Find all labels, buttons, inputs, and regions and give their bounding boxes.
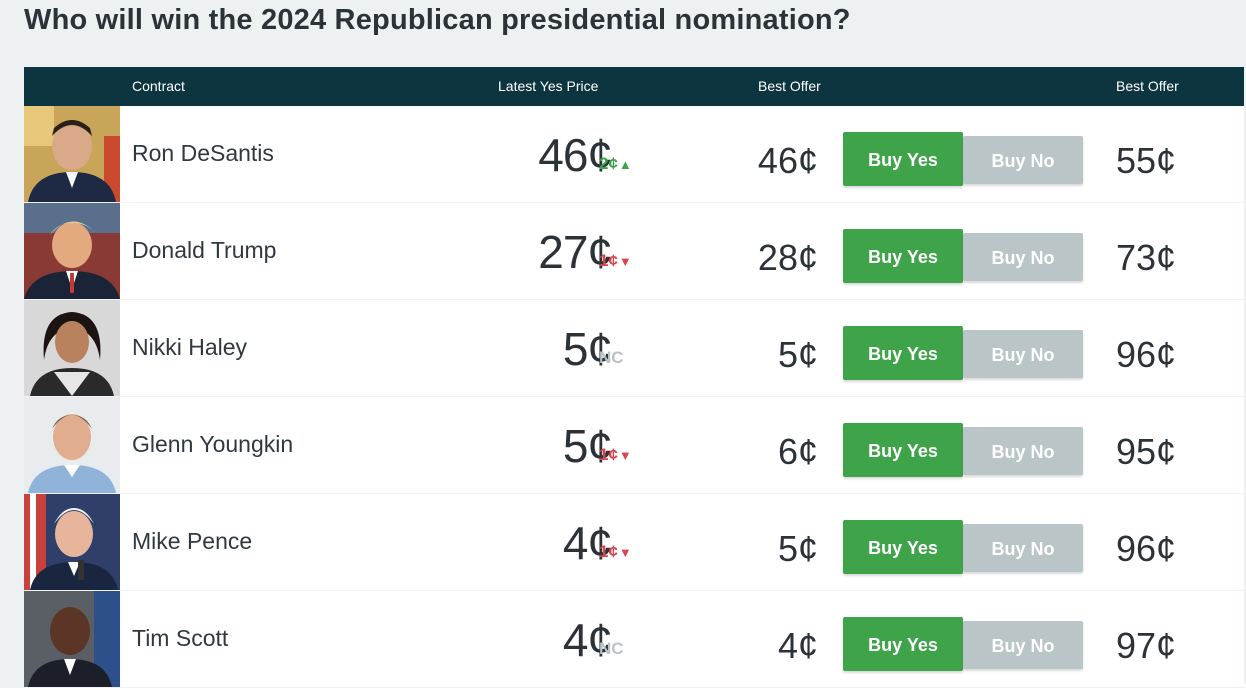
buy-yes-button[interactable]: Buy Yes [843, 617, 963, 671]
best-offer-yes: 28¢ [757, 237, 818, 278]
best-offer-no: 96¢ [1116, 334, 1177, 375]
candidate-name[interactable]: Nikki Haley [132, 334, 247, 361]
price-change: NC [599, 348, 624, 368]
price-change: 1¢▼ [599, 445, 632, 465]
best-offer-no: 55¢ [1116, 140, 1177, 181]
price-change: NC [599, 639, 624, 659]
best-offer-yes: 6¢ [777, 431, 818, 472]
arrow-up-icon: ▲ [618, 157, 632, 172]
buy-yes-button[interactable]: Buy Yes [843, 132, 963, 186]
candidate-photo [24, 591, 120, 687]
best-offer-no: 73¢ [1116, 237, 1177, 278]
best-offer-yes: 5¢ [777, 334, 818, 375]
page-title: Who will win the 2024 Republican preside… [24, 4, 851, 36]
buy-no-button[interactable]: Buy No [963, 524, 1083, 572]
candidate-name[interactable]: Mike Pence [132, 528, 252, 555]
price-change-value: NC [599, 639, 624, 658]
header-best-offer-yes: Best Offer [758, 78, 821, 94]
price-change: 2¢▲ [599, 154, 632, 174]
candidate-photo [24, 203, 120, 299]
candidate-name[interactable]: Glenn Youngkin [132, 431, 293, 458]
candidate-photo [24, 300, 120, 396]
table-row: Mike Pence 4¢ 1¢▼ 5¢ Buy Yes Buy No 96¢ [24, 494, 1246, 591]
best-offer-no: 97¢ [1116, 625, 1177, 666]
header-contract: Contract [132, 78, 185, 94]
buy-yes-button[interactable]: Buy Yes [843, 229, 963, 283]
best-offer-no: 96¢ [1116, 528, 1177, 569]
price-change: 1¢▼ [599, 251, 632, 271]
buy-no-button[interactable]: Buy No [963, 233, 1083, 281]
candidate-name[interactable]: Tim Scott [132, 625, 228, 652]
arrow-down-icon: ▼ [618, 254, 632, 269]
buy-yes-button[interactable]: Buy Yes [843, 326, 963, 380]
price-change-value: 2¢ [599, 154, 618, 173]
table-header: Contract Latest Yes Price Best Offer Bes… [24, 67, 1246, 106]
candidate-name[interactable]: Donald Trump [132, 237, 276, 264]
price-change-value: 1¢ [599, 445, 618, 464]
buy-yes-button[interactable]: Buy Yes [843, 520, 963, 574]
best-offer-yes: 46¢ [757, 140, 818, 181]
contracts-table: Contract Latest Yes Price Best Offer Bes… [24, 67, 1246, 688]
header-latest-yes-price: Latest Yes Price [498, 78, 599, 94]
candidate-photo [24, 106, 120, 202]
buy-yes-button[interactable]: Buy Yes [843, 423, 963, 477]
table-row: Ron DeSantis 46¢ 2¢▲ 46¢ Buy Yes Buy No … [24, 106, 1246, 203]
buy-no-button[interactable]: Buy No [963, 621, 1083, 669]
arrow-down-icon: ▼ [618, 448, 632, 463]
buy-no-button[interactable]: Buy No [963, 136, 1083, 184]
best-offer-yes: 4¢ [777, 625, 818, 666]
price-change-value: 1¢ [599, 542, 618, 561]
price-change: 1¢▼ [599, 542, 632, 562]
table-row: Glenn Youngkin 5¢ 1¢▼ 6¢ Buy Yes Buy No … [24, 397, 1246, 494]
candidate-photo [24, 397, 120, 493]
table-row: Donald Trump 27¢ 1¢▼ 28¢ Buy Yes Buy No … [24, 203, 1246, 300]
candidate-photo [24, 494, 120, 590]
buy-no-button[interactable]: Buy No [963, 427, 1083, 475]
candidate-name[interactable]: Ron DeSantis [132, 140, 274, 167]
best-offer-no: 95¢ [1116, 431, 1177, 472]
table-row: Tim Scott 4¢ NC 4¢ Buy Yes Buy No 97¢ [24, 591, 1246, 688]
header-best-offer-no: Best Offer [1116, 78, 1179, 94]
best-offer-yes: 5¢ [777, 528, 818, 569]
arrow-down-icon: ▼ [618, 545, 632, 560]
price-change-value: NC [599, 348, 624, 367]
price-change-value: 1¢ [599, 251, 618, 270]
table-row: Nikki Haley 5¢ NC 5¢ Buy Yes Buy No 96¢ [24, 300, 1246, 397]
buy-no-button[interactable]: Buy No [963, 330, 1083, 378]
